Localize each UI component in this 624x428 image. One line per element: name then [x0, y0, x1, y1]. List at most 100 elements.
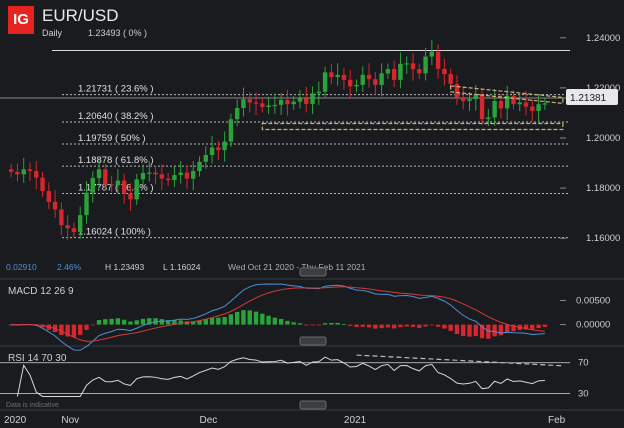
candle-down [71, 228, 77, 232]
macd-histogram-bar [435, 324, 441, 327]
rsi-y-tick-label: 30 [578, 388, 589, 399]
macd-histogram-bar [341, 323, 347, 325]
panel-resize-handle [299, 336, 327, 346]
macd-histogram-bar [228, 314, 234, 325]
panel-resize-handle [299, 400, 327, 410]
candle-up [78, 215, 83, 232]
macd-histogram-bar [467, 324, 472, 337]
candle-down [442, 68, 447, 75]
candle-up [291, 101, 296, 105]
macd-histogram-bar [90, 324, 95, 326]
macd-histogram-bar [498, 324, 504, 336]
candle-down [260, 103, 265, 107]
macd-histogram-bar [492, 324, 497, 337]
macd-histogram-bar [109, 318, 114, 325]
candle-down [373, 79, 378, 85]
candle-down [341, 74, 347, 80]
candle-down [366, 74, 372, 80]
macd-histogram-bar [59, 324, 64, 335]
candle-up [542, 103, 548, 105]
macd-histogram-bar [442, 324, 447, 329]
candle-up [335, 74, 340, 78]
x-tick-label: Dec [200, 415, 218, 426]
candle-down [498, 100, 504, 109]
macd-histogram-bar [128, 321, 133, 325]
macd-histogram-bar [473, 324, 478, 337]
candle-up [191, 171, 196, 179]
candle-down [128, 193, 133, 200]
panel-resize-handle [299, 267, 327, 277]
macd-histogram-bar [159, 319, 165, 325]
macd-histogram-bar [222, 316, 227, 325]
macd-histogram-bar [266, 315, 271, 325]
macd-histogram-bar [253, 311, 259, 325]
macd-histogram-bar [285, 320, 290, 325]
macd-histogram-bar [134, 320, 139, 325]
candle-up [266, 105, 271, 107]
macd-histogram-bar [96, 320, 102, 325]
channel-support [261, 122, 564, 131]
x-tick-label: Nov [61, 415, 79, 426]
macd-histogram-bar [454, 324, 460, 335]
macd-histogram-bar [310, 324, 315, 326]
macd-histogram-bar [348, 324, 353, 326]
macd-histogram-bar [448, 324, 453, 331]
candle-up [379, 73, 384, 85]
macd-histogram-bar [423, 324, 428, 327]
candle-up [96, 169, 102, 179]
candle-down [153, 172, 158, 175]
candle-up [172, 175, 177, 181]
candle-up [517, 102, 522, 105]
candle-up [536, 104, 541, 111]
candle-up [404, 63, 409, 65]
candle-down [27, 169, 33, 172]
candle-down [8, 169, 14, 172]
rsi-y-tick-label: 70 [578, 358, 589, 369]
macd-histogram-bar [234, 311, 240, 325]
candle-down [121, 180, 127, 194]
candle-down [46, 191, 52, 202]
candle-up [398, 63, 403, 80]
candle-down [165, 178, 171, 181]
macd-histogram-bar [209, 317, 215, 325]
macd-histogram-bar [379, 324, 384, 329]
candle-up [322, 72, 328, 92]
macd-histogram-bar [278, 318, 284, 325]
candle-down [109, 184, 114, 186]
macd-line [11, 283, 545, 351]
candle-down [247, 99, 252, 103]
macd-histogram-bar [316, 324, 322, 326]
macd-label: MACD 12 26 9 [8, 286, 74, 297]
macd-histogram-bar [360, 324, 365, 327]
macd-histogram-bar [542, 324, 548, 327]
candle-up [134, 179, 139, 200]
macd-histogram-bar [373, 324, 378, 329]
candle-down [34, 171, 39, 178]
macd-histogram-bar [385, 324, 391, 328]
macd-histogram-bar [530, 324, 535, 330]
candle-up [297, 98, 303, 102]
macd-histogram-bar [486, 324, 491, 339]
candle-up [203, 155, 208, 162]
disclaimer-note: Data is indicative [6, 402, 59, 409]
candle-down [304, 98, 309, 104]
candle-up [222, 141, 227, 151]
macd-histogram-bar [304, 324, 309, 326]
candle-down [52, 201, 58, 210]
macd-histogram-bar [536, 324, 541, 329]
candle-up [21, 169, 26, 175]
info-high: H 1.23493 [105, 262, 144, 272]
macd-histogram-bar [404, 324, 409, 327]
macd-histogram-bar [504, 324, 510, 333]
candle-up [316, 91, 322, 94]
candle-up [84, 192, 89, 216]
macd-histogram-bar [297, 323, 303, 325]
x-tick-label: 2021 [344, 415, 367, 426]
candle-down [65, 225, 70, 229]
fib-label: 1.16024 ( 100% ) [78, 227, 151, 238]
candle-down [329, 72, 334, 78]
macd-y-tick-label: 0.00000 [576, 320, 610, 331]
macd-histogram-bar [272, 317, 278, 325]
eurusd-chart[interactable]: 1.240001.220001.200001.180001.160001.217… [0, 0, 624, 428]
candle-up [467, 99, 472, 101]
